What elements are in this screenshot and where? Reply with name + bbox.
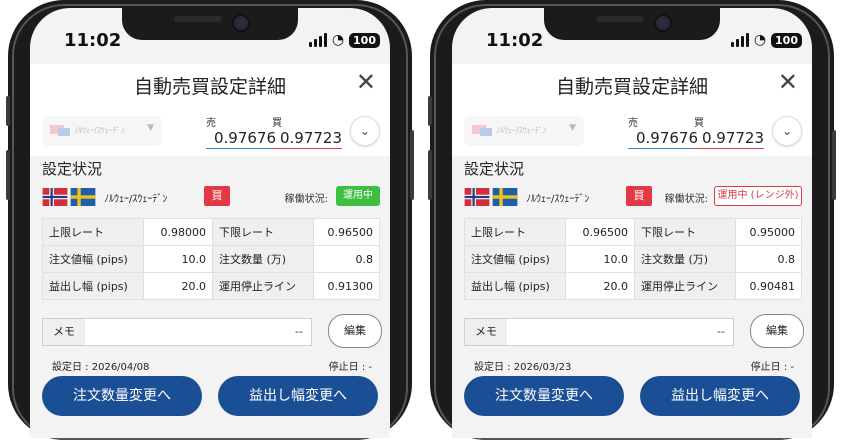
section-title: 設定状況 bbox=[464, 160, 525, 178]
section-title: 設定状況 bbox=[42, 160, 103, 178]
page-title: 自動売買設定詳細 bbox=[555, 76, 708, 98]
chevron-down-icon[interactable]: ⌄ bbox=[350, 116, 380, 146]
page-title: 自動売買設定詳細 bbox=[133, 76, 286, 98]
table-row: 注文値幅 (pips) 10.0 注文数量 (万) 0.8 bbox=[464, 245, 802, 273]
edit-button[interactable]: 編集 bbox=[750, 314, 804, 348]
close-icon[interactable]: ✕ bbox=[356, 70, 376, 94]
phone-frame-left: 11:02 ◔ 100 自動売買設定詳細 ✕ ﾉﾙｳｪｰ/ｽｳｪｰﾃﾞﾝ ▼ 売… bbox=[6, 0, 414, 440]
chevron-down-icon: ▼ bbox=[569, 123, 576, 133]
sell-rate: 売 0.97676 bbox=[628, 118, 698, 149]
edit-button[interactable]: 編集 bbox=[328, 314, 382, 348]
signal-icon bbox=[308, 33, 327, 47]
dates-row: 設定日 : 2026/04/08 停止日 : - bbox=[52, 358, 372, 373]
memo-label: メモ bbox=[43, 319, 85, 345]
pair-row: ﾉﾙｳｪｰ/ｽｳｪｰﾃﾞﾝ 買 稼働状況: 運用中 (レンジ外) bbox=[464, 186, 802, 210]
wifi-icon: ◔ bbox=[753, 32, 767, 48]
stop-date: 停止日 : - bbox=[328, 362, 372, 373]
currency-pair-select[interactable]: ﾉﾙｳｪｰ/ｽｳｪｰﾃﾞﾝ ▼ bbox=[464, 116, 584, 146]
status-badge: 運用中 bbox=[336, 186, 380, 206]
table-row: 上限レート 0.96500 下限レート 0.95000 bbox=[464, 218, 802, 246]
settings-table: 上限レート 0.98000 下限レート 0.96500 注文値幅 (pips) … bbox=[42, 218, 380, 300]
rate-bar: ﾉﾙｳｪｰ/ｽｳｪｰﾃﾞﾝ ▼ 売 0.97676 買 0.97723 ⌄ bbox=[452, 108, 812, 156]
stop-date: 停止日 : - bbox=[750, 362, 794, 373]
sweden-flag-icon bbox=[492, 188, 518, 206]
status-badge: 運用中 (レンジ外) bbox=[714, 186, 802, 206]
buy-rate: 買 0.97723 bbox=[272, 118, 342, 149]
phone-frame-right: 11:02 ◔ 100 自動売買設定詳細 ✕ ﾉﾙｳｪｰ/ｽｳｪｰﾃﾞﾝ ▼ 売… bbox=[428, 0, 836, 440]
buy-rate: 買 0.97723 bbox=[694, 118, 764, 149]
norway-flag-icon bbox=[464, 188, 490, 206]
screen: 11:02 ◔ 100 自動売買設定詳細 ✕ ﾉﾙｳｪｰ/ｽｳｪｰﾃﾞﾝ ▼ 売… bbox=[452, 8, 812, 438]
clock: 11:02 bbox=[64, 30, 122, 51]
side-badge: 買 bbox=[626, 186, 652, 206]
modal-header: 自動売買設定詳細 ✕ bbox=[30, 64, 390, 108]
close-icon[interactable]: ✕ bbox=[778, 70, 798, 94]
set-date: 設定日 : 2026/03/23 bbox=[474, 362, 572, 373]
currency-pair-select[interactable]: ﾉﾙｳｪｰ/ｽｳｪｰﾃﾞﾝ ▼ bbox=[42, 116, 162, 146]
side-button bbox=[428, 96, 432, 126]
change-profit-width-button[interactable]: 益出し幅変更へ bbox=[640, 376, 800, 416]
side-button bbox=[6, 96, 10, 126]
set-date: 設定日 : 2026/04/08 bbox=[52, 362, 150, 373]
pair-name: ﾉﾙｳｪｰ/ｽｳｪｰﾃﾞﾝ bbox=[104, 194, 168, 205]
operation-label: 稼働状況: bbox=[664, 194, 708, 205]
sell-rate: 売 0.97676 bbox=[206, 118, 276, 149]
memo-label: メモ bbox=[465, 319, 507, 345]
side-button bbox=[410, 130, 414, 200]
clock: 11:02 bbox=[486, 30, 544, 51]
change-quantity-button[interactable]: 注文数量変更へ bbox=[42, 376, 202, 416]
status-bar: 11:02 ◔ 100 bbox=[452, 30, 812, 56]
change-quantity-button[interactable]: 注文数量変更へ bbox=[464, 376, 624, 416]
pair-row: ﾉﾙｳｪｰ/ｽｳｪｰﾃﾞﾝ 買 稼働状況: 運用中 bbox=[42, 186, 380, 210]
table-row: 益出し幅 (pips) 20.0 運用停止ライン 0.90481 bbox=[464, 272, 802, 300]
memo-value: -- bbox=[295, 325, 303, 338]
side-button bbox=[428, 150, 432, 200]
side-button bbox=[832, 130, 836, 200]
norway-flag-icon bbox=[42, 188, 68, 206]
table-row: 注文値幅 (pips) 10.0 注文数量 (万) 0.8 bbox=[42, 245, 380, 273]
memo-value: -- bbox=[717, 325, 725, 338]
dates-row: 設定日 : 2026/03/23 停止日 : - bbox=[474, 358, 794, 373]
wifi-icon: ◔ bbox=[331, 32, 345, 48]
memo-field: メモ -- bbox=[464, 318, 734, 346]
table-row: 益出し幅 (pips) 20.0 運用停止ライン 0.91300 bbox=[42, 272, 380, 300]
sweden-flag-icon bbox=[70, 188, 96, 206]
table-row: 上限レート 0.98000 下限レート 0.96500 bbox=[42, 218, 380, 246]
battery-icon: 100 bbox=[349, 32, 380, 48]
chevron-down-icon: ▼ bbox=[147, 123, 154, 133]
modal-header: 自動売買設定詳細 ✕ bbox=[452, 64, 812, 108]
rate-bar: ﾉﾙｳｪｰ/ｽｳｪｰﾃﾞﾝ ▼ 売 0.97676 買 0.97723 ⌄ bbox=[30, 108, 390, 156]
operation-label: 稼働状況: bbox=[284, 194, 328, 205]
status-bar: 11:02 ◔ 100 bbox=[30, 30, 390, 56]
memo-field: メモ -- bbox=[42, 318, 312, 346]
change-profit-width-button[interactable]: 益出し幅変更へ bbox=[218, 376, 378, 416]
side-badge: 買 bbox=[204, 186, 230, 206]
screen: 11:02 ◔ 100 自動売買設定詳細 ✕ ﾉﾙｳｪｰ/ｽｳｪｰﾃﾞﾝ ▼ 売… bbox=[30, 8, 390, 438]
pair-name: ﾉﾙｳｪｰ/ｽｳｪｰﾃﾞﾝ bbox=[526, 194, 590, 205]
side-button bbox=[6, 150, 10, 200]
chevron-down-icon[interactable]: ⌄ bbox=[772, 116, 802, 146]
signal-icon bbox=[730, 33, 749, 47]
settings-table: 上限レート 0.96500 下限レート 0.95000 注文値幅 (pips) … bbox=[464, 218, 802, 300]
battery-icon: 100 bbox=[771, 32, 802, 48]
